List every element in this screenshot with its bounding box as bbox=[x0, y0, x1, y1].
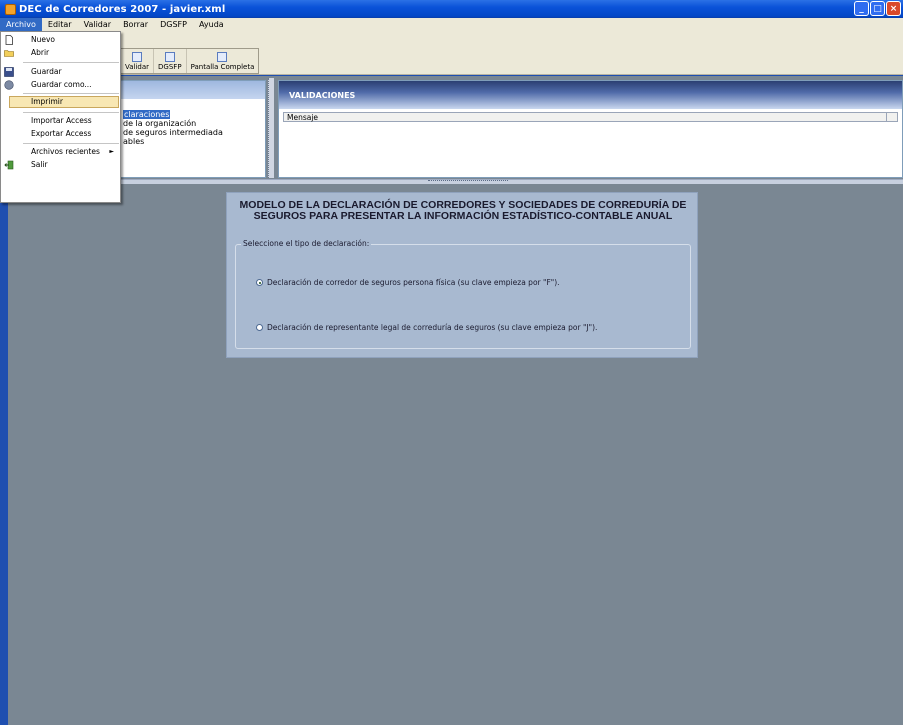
menu-item-archivos-recientes[interactable]: Archivos recientes ► bbox=[1, 146, 120, 158]
menu-item-imprimir-label: Imprimir bbox=[31, 97, 63, 106]
menu-item-imprimir[interactable]: Imprimir bbox=[9, 96, 119, 108]
close-button[interactable]: × bbox=[886, 1, 901, 16]
minimize-button[interactable]: _ bbox=[854, 1, 869, 16]
fullscreen-toolbar-button[interactable]: Pantalla Completa bbox=[187, 49, 259, 73]
menu-archivo[interactable]: Archivo bbox=[0, 18, 42, 31]
save-as-icon bbox=[4, 80, 14, 90]
menu-separator bbox=[23, 62, 119, 63]
validate-icon bbox=[132, 52, 143, 62]
menu-borrar[interactable]: Borrar bbox=[117, 18, 154, 31]
menu-item-guardar-como-label: Guardar como... bbox=[31, 80, 92, 89]
form-title: MODELO DE LA DECLARACIÓN DE CORREDORES Y… bbox=[227, 200, 699, 222]
file-menu-dropdown: Nuevo Abrir Guardar Guardar como... Impr… bbox=[0, 31, 121, 203]
menu-separator bbox=[23, 93, 119, 94]
menu-item-exportar-access[interactable]: Exportar Access bbox=[1, 128, 120, 140]
option-correduria-label: Declaración de representante legal de co… bbox=[267, 323, 598, 332]
menu-separator bbox=[23, 143, 119, 144]
option-persona-fisica[interactable]: Declaración de corredor de seguros perso… bbox=[256, 278, 560, 287]
menu-item-guardar-como[interactable]: Guardar como... bbox=[1, 79, 120, 91]
mensaje-column-label: Mensaje bbox=[287, 113, 319, 122]
window-title: DEC de Corredores 2007 - javier.xml bbox=[19, 3, 226, 15]
menu-item-nuevo-label: Nuevo bbox=[31, 35, 56, 44]
window-controls: _ □ × bbox=[854, 1, 901, 16]
menu-dgsfp[interactable]: DGSFP bbox=[154, 18, 193, 31]
tree-item-declaraciones[interactable]: claraciones bbox=[123, 110, 171, 119]
menu-item-guardar-label: Guardar bbox=[31, 67, 62, 76]
menu-item-importar-access-label: Importar Access bbox=[31, 116, 92, 125]
validar-toolbar-label: Validar bbox=[125, 63, 150, 71]
app-icon bbox=[5, 3, 16, 15]
maximize-button[interactable]: □ bbox=[870, 1, 885, 16]
option-persona-fisica-label: Declaración de corredor de seguros perso… bbox=[267, 278, 560, 287]
menu-item-exportar-access-label: Exportar Access bbox=[31, 129, 92, 138]
new-file-icon bbox=[5, 35, 13, 45]
radio-persona-fisica[interactable] bbox=[256, 279, 263, 286]
menu-item-guardar[interactable]: Guardar bbox=[1, 66, 120, 78]
open-folder-icon bbox=[4, 50, 14, 57]
horizontal-splitter[interactable] bbox=[8, 179, 903, 184]
menu-ayuda[interactable]: Ayuda bbox=[193, 18, 230, 31]
validations-panel: VALIDACIONES Mensaje bbox=[278, 80, 903, 178]
menu-item-archivos-recientes-label: Archivos recientes bbox=[31, 147, 100, 156]
toolbar-button-group: Validar DGSFP Pantalla Completa bbox=[120, 48, 260, 74]
dgsfp-toolbar-label: DGSFP bbox=[158, 63, 182, 71]
menu-item-abrir-label: Abrir bbox=[31, 48, 50, 57]
menu-validar[interactable]: Validar bbox=[78, 18, 117, 31]
save-disk-icon bbox=[4, 67, 14, 77]
form-title-line2: SEGUROS PARA PRESENTAR LA INFORMACIÓN ES… bbox=[253, 210, 673, 222]
validar-toolbar-button[interactable]: Validar bbox=[121, 49, 155, 73]
toolbar: Validar DGSFP Pantalla Completa bbox=[0, 31, 903, 75]
menu-bar: Archivo Editar Validar Borrar DGSFP Ayud… bbox=[0, 18, 903, 31]
radio-correduria[interactable] bbox=[256, 324, 263, 331]
dgsfp-icon bbox=[164, 52, 175, 62]
option-correduria[interactable]: Declaración de representante legal de co… bbox=[256, 323, 597, 332]
fullscreen-toolbar-label: Pantalla Completa bbox=[190, 63, 255, 71]
column-divider bbox=[886, 113, 887, 122]
menu-item-salir-label: Salir bbox=[31, 160, 48, 169]
menu-item-importar-access[interactable]: Importar Access bbox=[1, 115, 120, 127]
mensaje-column-header[interactable]: Mensaje bbox=[283, 112, 898, 122]
fullscreen-icon bbox=[217, 52, 228, 62]
splitter-grip bbox=[428, 180, 508, 184]
submenu-arrow-icon: ► bbox=[109, 148, 114, 155]
menu-separator bbox=[23, 112, 119, 113]
declaration-type-legend: Seleccione el tipo de declaración: bbox=[241, 239, 372, 248]
declaration-type-group: Seleccione el tipo de declaración: Decla… bbox=[235, 239, 691, 349]
window-title-bar[interactable]: DEC de Corredores 2007 - javier.xml _ □ … bbox=[0, 0, 903, 18]
dgsfp-toolbar-button[interactable]: DGSFP bbox=[154, 49, 187, 73]
declaration-form-panel: MODELO DE LA DECLARACIÓN DE CORREDORES Y… bbox=[226, 192, 698, 358]
validations-title: VALIDACIONES bbox=[279, 81, 902, 109]
tree-item-contables[interactable]: ables bbox=[123, 137, 144, 146]
exit-icon bbox=[4, 160, 14, 170]
menu-item-salir[interactable]: Salir bbox=[1, 159, 120, 171]
menu-item-nuevo[interactable]: Nuevo bbox=[1, 34, 120, 46]
menu-item-abrir[interactable]: Abrir bbox=[1, 47, 120, 59]
tree-item-organizacion[interactable]: de la organización bbox=[123, 119, 196, 128]
vertical-splitter[interactable] bbox=[268, 78, 274, 178]
menu-editar[interactable]: Editar bbox=[42, 18, 78, 31]
tree-item-seguros-intermediada[interactable]: de seguros intermediada bbox=[123, 128, 223, 137]
